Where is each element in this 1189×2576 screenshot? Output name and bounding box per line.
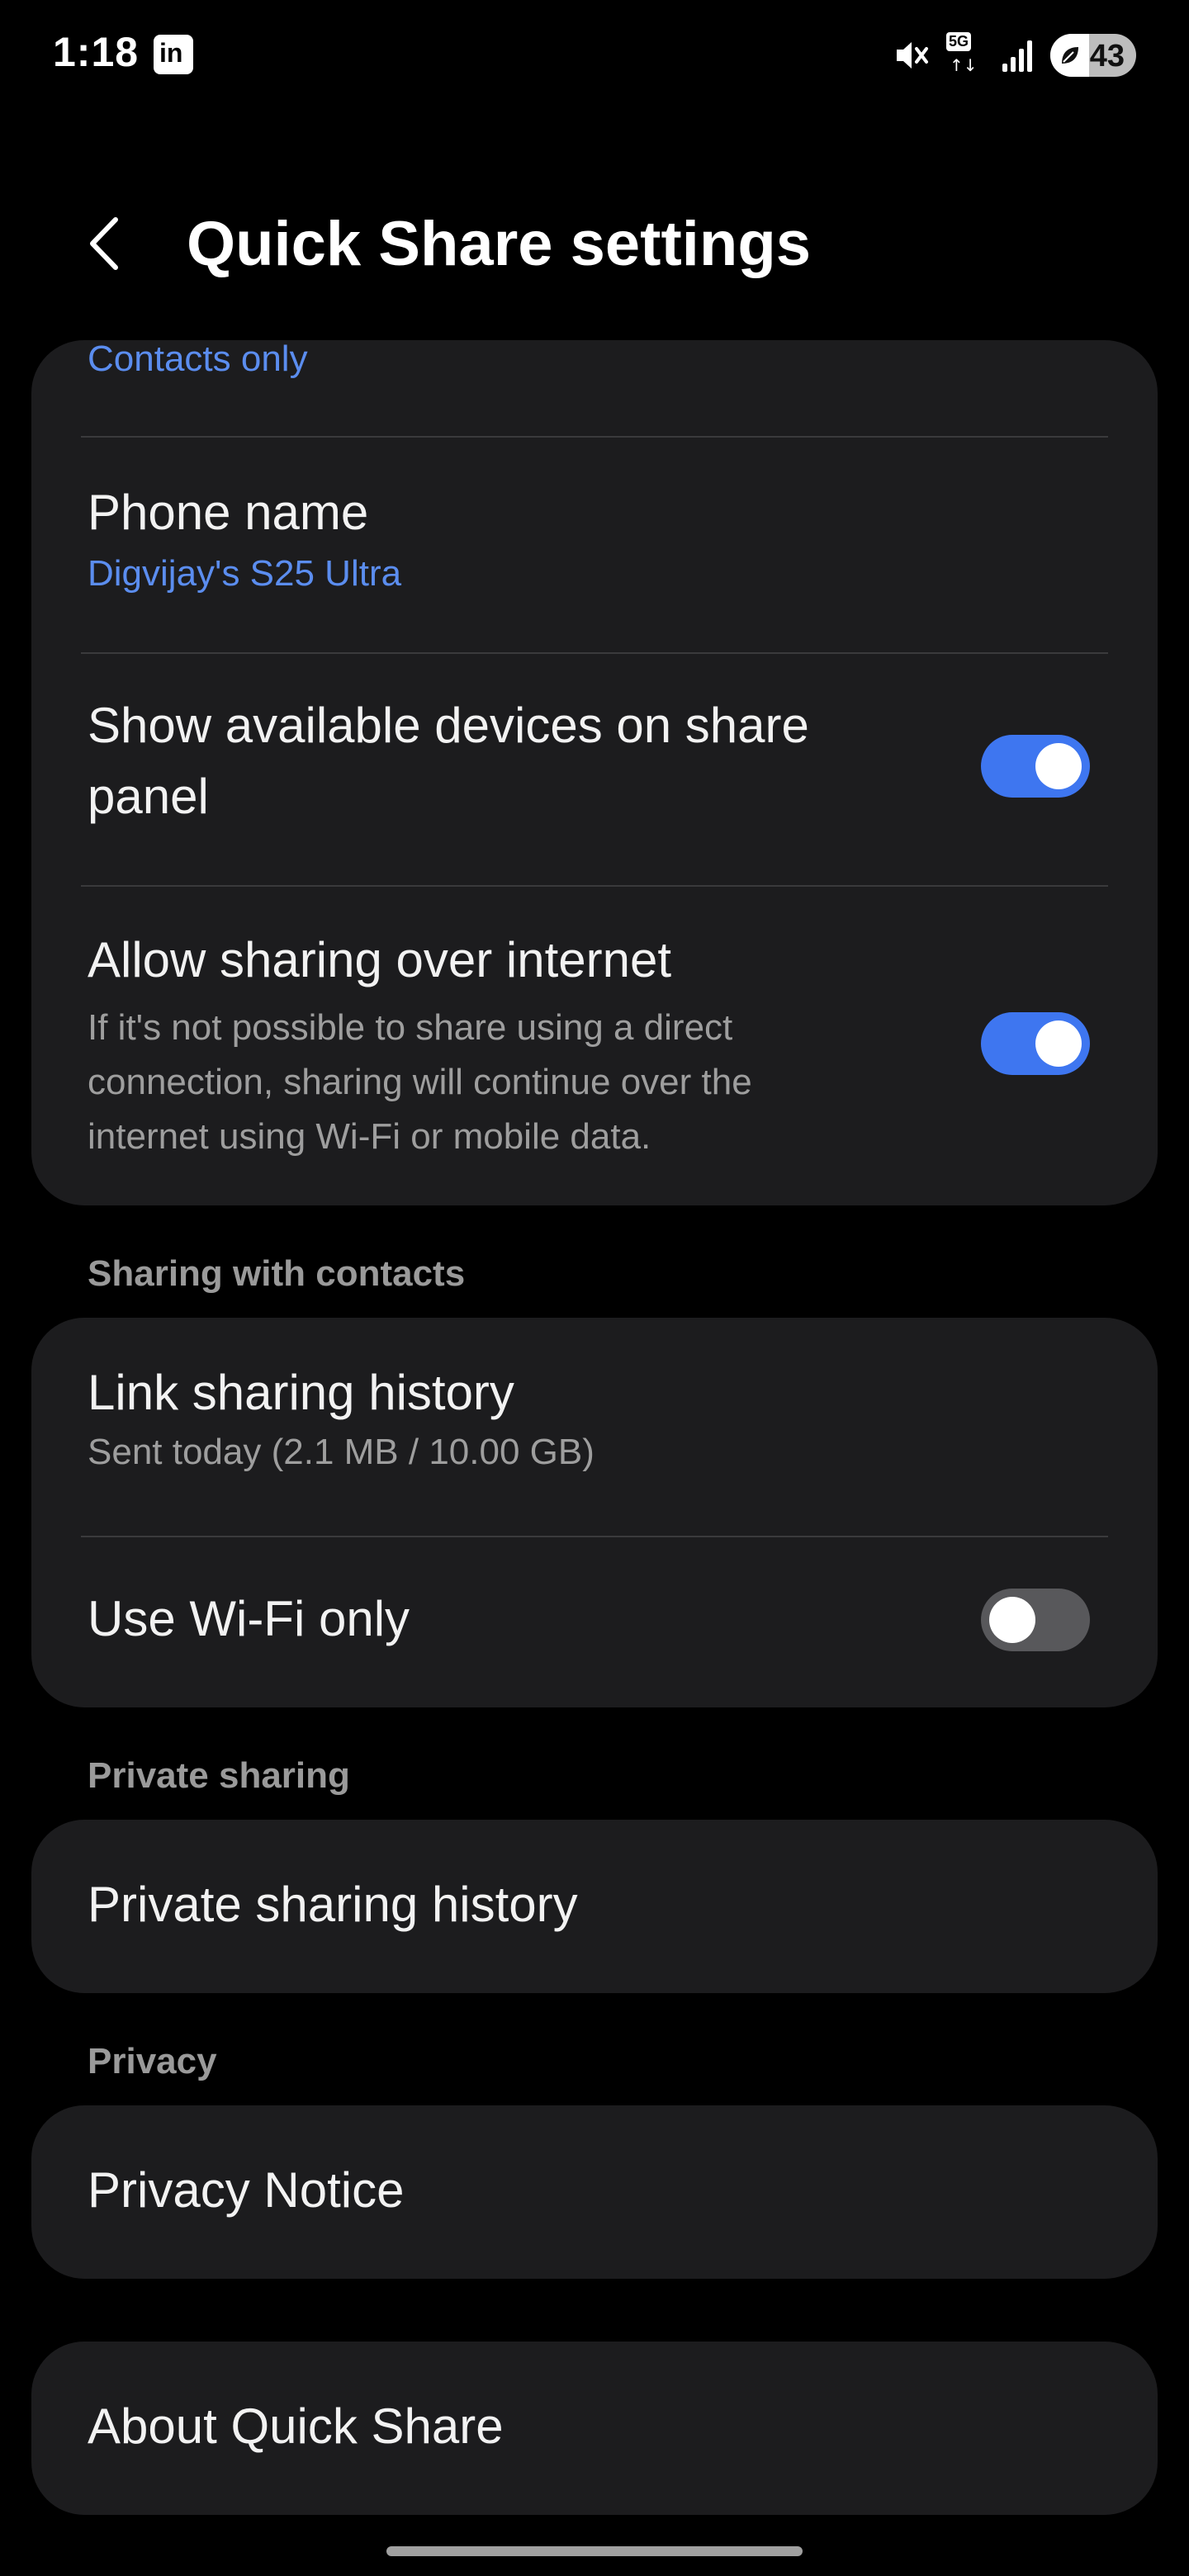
link-sharing-history-row[interactable]: Link sharing history Sent today (2.1 MB … bbox=[31, 1318, 1158, 1536]
section-header-sharing-with-contacts: Sharing with contacts bbox=[88, 1253, 466, 1294]
linkedin-icon: in bbox=[154, 35, 193, 74]
wifi-only-row[interactable]: Use Wi-Fi only bbox=[31, 1537, 1158, 1707]
show-devices-row[interactable]: Show available devices on share panel bbox=[31, 654, 1158, 885]
mute-icon bbox=[897, 42, 928, 69]
wifi-only-title: Use Wi-Fi only bbox=[88, 1591, 410, 1646]
status-time: 1:18 bbox=[53, 29, 140, 75]
network-5g-icon: 5G ↑↓ bbox=[945, 32, 984, 78]
visibility-row[interactable]: Contacts only bbox=[31, 340, 1158, 436]
page-title: Quick Share settings bbox=[187, 209, 812, 279]
internet-sharing-desc-line2: connection, sharing will continue over t… bbox=[88, 1062, 752, 1102]
internet-sharing-desc-line1: If it's not possible to share using a di… bbox=[88, 1007, 733, 1048]
privacy-card: Privacy Notice bbox=[31, 2105, 1158, 2279]
chevron-left-icon bbox=[90, 217, 118, 270]
show-devices-title-line1: Show available devices on share bbox=[88, 698, 809, 753]
quick-share-settings-card: Contacts only Phone name Digvijay's S25 … bbox=[31, 340, 1158, 1205]
visibility-value: Contacts only bbox=[88, 340, 308, 379]
power-saving-leaf-icon bbox=[1062, 47, 1078, 64]
app-header: Quick Share settings bbox=[0, 182, 1189, 305]
battery-percent: 43 bbox=[1089, 39, 1125, 73]
toggle-knob bbox=[1035, 1020, 1082, 1067]
battery-icon: 43 bbox=[1050, 34, 1136, 77]
section-header-privacy: Privacy bbox=[88, 2041, 217, 2081]
wifi-only-toggle[interactable] bbox=[981, 1589, 1090, 1651]
show-devices-toggle[interactable] bbox=[981, 735, 1090, 798]
privacy-notice-title: Privacy Notice bbox=[88, 2162, 405, 2218]
internet-sharing-row[interactable]: Allow sharing over internet If it's not … bbox=[31, 887, 1158, 1205]
home-indicator[interactable] bbox=[386, 2546, 803, 2556]
phone-name-row[interactable]: Phone name Digvijay's S25 Ultra bbox=[31, 438, 1158, 652]
internet-sharing-title: Allow sharing over internet bbox=[88, 932, 672, 987]
about-quick-share-row[interactable]: About Quick Share bbox=[31, 2342, 1158, 2515]
private-sharing-history-title: Private sharing history bbox=[88, 1877, 578, 1932]
status-icons: 5G ↑↓ 43 bbox=[892, 31, 1136, 79]
phone-name-title: Phone name bbox=[88, 485, 369, 540]
privacy-notice-row[interactable]: Privacy Notice bbox=[31, 2105, 1158, 2279]
private-sharing-card: Private sharing history bbox=[31, 1820, 1158, 1993]
about-quick-share-title: About Quick Share bbox=[88, 2398, 504, 2454]
internet-sharing-toggle[interactable] bbox=[981, 1012, 1090, 1075]
show-devices-title-line2: panel bbox=[88, 769, 209, 824]
internet-sharing-desc-line3: internet using Wi-Fi or mobile data. bbox=[88, 1116, 651, 1157]
section-header-private-sharing: Private sharing bbox=[88, 1755, 350, 1796]
about-card: About Quick Share bbox=[31, 2342, 1158, 2515]
private-sharing-history-row[interactable]: Private sharing history bbox=[31, 1820, 1158, 1993]
link-sharing-history-title: Link sharing history bbox=[88, 1365, 514, 1420]
back-button[interactable] bbox=[74, 206, 140, 281]
toggle-knob bbox=[989, 1597, 1035, 1643]
status-bar: 1:18 in 5G ↑↓ 43 bbox=[0, 0, 1189, 116]
phone-name-value: Digvijay's S25 Ultra bbox=[88, 553, 402, 594]
signal-icon bbox=[1002, 40, 1032, 72]
toggle-knob bbox=[1035, 743, 1082, 789]
link-sharing-history-subtitle: Sent today (2.1 MB / 10.00 GB) bbox=[88, 1432, 594, 1472]
contacts-sharing-card: Link sharing history Sent today (2.1 MB … bbox=[31, 1318, 1158, 1707]
